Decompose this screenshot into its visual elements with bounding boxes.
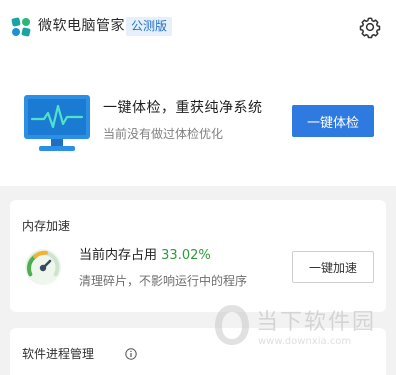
memory-usage-label: 当前内存占用: [79, 248, 158, 263]
health-check-title: 一键体检，重获纯净系统: [103, 100, 263, 116]
beta-badge: 公测版: [126, 17, 173, 36]
gear-icon[interactable]: [358, 15, 382, 39]
monitor-heartbeat-icon: [24, 95, 90, 151]
gauge-icon: [25, 249, 61, 285]
memory-usage-line: 当前内存占用 33.02%: [79, 246, 211, 266]
memory-usage-value: 33.02%: [161, 248, 211, 263]
app-title: 微软电脑管家: [38, 18, 125, 34]
watermark: 当下软件园 www.downxia.com: [206, 298, 396, 358]
memory-boost-button[interactable]: 一键加速: [292, 251, 374, 283]
memory-description: 清理碎片，不影响运行中的程序: [79, 274, 248, 288]
health-check-subtitle: 当前没有做过体检优化: [103, 127, 224, 141]
memory-section-title: 内存加速: [22, 219, 71, 233]
title-bar: 微软电脑管家 公测版: [0, 0, 396, 52]
watermark-url: www.downxia.com: [258, 336, 352, 347]
top-panel: 微软电脑管家 公测版 一键体检，重获纯净系统 当前没有做过体检优化 一键体检: [0, 0, 396, 186]
app-logo-icon: [11, 17, 31, 37]
info-icon[interactable]: [125, 348, 137, 360]
watermark-text: 当下软件园: [256, 310, 377, 335]
watermark-logo-icon: [215, 305, 249, 345]
health-check-button[interactable]: 一键体检: [292, 105, 374, 137]
memory-card: 内存加速 当前内存占用 33.02% 清理碎片，不影响运行中的程序 一键加速: [10, 200, 386, 312]
process-section-title: 软件进程管理: [22, 347, 95, 361]
